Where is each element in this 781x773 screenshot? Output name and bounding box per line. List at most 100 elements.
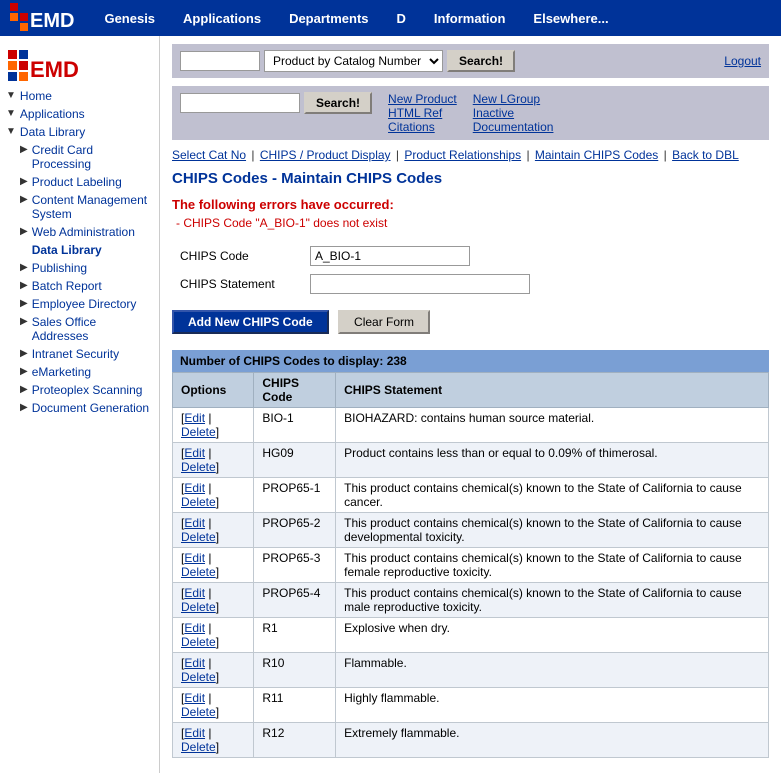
sidebar-item-home[interactable]: ▼ Home [0, 87, 159, 105]
row-chips-statement: Highly flammable. [336, 688, 769, 723]
sidebar-label-sales-office: Sales Office Addresses [32, 315, 153, 343]
edit-link[interactable]: Edit [184, 516, 205, 530]
breadcrumb-back-dbl[interactable]: Back to DBL [672, 148, 739, 162]
nav-applications[interactable]: Applications [169, 11, 275, 26]
nav-information[interactable]: Information [420, 11, 520, 26]
link-html-ref[interactable]: HTML Ref [388, 106, 457, 120]
sidebar-logo-text: EMD [30, 59, 79, 81]
delete-link[interactable]: Delete [181, 495, 216, 509]
search-secondary-button[interactable]: Search! [304, 92, 372, 114]
edit-link[interactable]: Edit [184, 446, 205, 460]
sidebar-label-credit-card: Credit Card Processing [32, 143, 153, 171]
edit-link[interactable]: Edit [184, 656, 205, 670]
sidebar-item-proteoplex[interactable]: ▶ Proteoplex Scanning [0, 381, 159, 399]
sidebar-item-intranet-sec[interactable]: ▶ Intranet Security [0, 345, 159, 363]
nav-departments[interactable]: Departments [275, 11, 382, 26]
delete-link[interactable]: Delete [181, 530, 216, 544]
sidebar-arrow-data-library-sub: ▶ [20, 244, 28, 255]
edit-link[interactable]: Edit [184, 551, 205, 565]
breadcrumb-product-rel[interactable]: Product Relationships [404, 148, 521, 162]
search-top-input[interactable] [180, 51, 260, 71]
edit-link[interactable]: Edit [184, 411, 205, 425]
nav-elsewhere[interactable]: Elsewhere... [519, 11, 622, 26]
delete-link[interactable]: Delete [181, 635, 216, 649]
row-chips-code: R1 [254, 618, 336, 653]
search-bar-top: Product by Catalog Number Product by Nam… [172, 44, 769, 78]
search-secondary-left: Search! [180, 92, 372, 114]
delete-link[interactable]: Delete [181, 565, 216, 579]
delete-link[interactable]: Delete [181, 460, 216, 474]
logout-link[interactable]: Logout [724, 54, 761, 68]
breadcrumb-select-cat[interactable]: Select Cat No [172, 148, 246, 162]
delete-link[interactable]: Delete [181, 670, 216, 684]
add-chips-button[interactable]: Add New CHIPS Code [172, 310, 329, 334]
sidebar-item-employee-dir[interactable]: ▶ Employee Directory [0, 295, 159, 313]
link-new-lgroup[interactable]: New LGroup [473, 92, 554, 106]
sidebar-arrow-emarketing: ▶ [20, 366, 28, 377]
row-chips-code: PROP65-2 [254, 513, 336, 548]
sidebar-label-applications: Applications [20, 107, 85, 121]
table-row: [Edit | Delete]PROP65-1This product cont… [173, 478, 769, 513]
table-row: [Edit | Delete]R10Flammable. [173, 653, 769, 688]
main-content: Product by Catalog Number Product by Nam… [160, 36, 781, 773]
sidebar-item-doc-gen[interactable]: ▶ Document Generation [0, 399, 159, 417]
search-secondary-input[interactable] [180, 93, 300, 113]
nav-d[interactable]: D [383, 11, 420, 26]
edit-link[interactable]: Edit [184, 691, 205, 705]
sidebar-item-credit-card[interactable]: ▶ Credit Card Processing [0, 141, 159, 173]
breadcrumb-chips-display[interactable]: CHIPS / Product Display [260, 148, 391, 162]
link-new-product[interactable]: New Product [388, 92, 457, 106]
breadcrumb: Select Cat No | CHIPS / Product Display … [172, 148, 769, 162]
sidebar-item-product-labeling[interactable]: ▶ Product Labeling [0, 173, 159, 191]
sidebar-label-proteoplex: Proteoplex Scanning [32, 383, 143, 397]
sidebar-item-content-mgmt[interactable]: ▶ Content Management System [0, 191, 159, 223]
search-top-button[interactable]: Search! [447, 50, 515, 72]
row-options: [Edit | Delete] [173, 513, 254, 548]
row-chips-statement: This product contains chemical(s) known … [336, 513, 769, 548]
sidebar-item-publishing[interactable]: ▶ Publishing [0, 259, 159, 277]
sidebar-label-doc-gen: Document Generation [32, 401, 149, 415]
row-options: [Edit | Delete] [173, 583, 254, 618]
edit-link[interactable]: Edit [184, 586, 205, 600]
row-chips-statement: BIOHAZARD: contains human source materia… [336, 408, 769, 443]
sidebar-item-sales-office[interactable]: ▶ Sales Office Addresses [0, 313, 159, 345]
sidebar-label-data-library: Data Library [20, 125, 85, 139]
sidebar-item-data-library-sub[interactable]: ▶ Data Library [0, 241, 159, 259]
row-options: [Edit | Delete] [173, 618, 254, 653]
delete-link[interactable]: Delete [181, 425, 216, 439]
sidebar-item-batch-report[interactable]: ▶ Batch Report [0, 277, 159, 295]
nav-genesis[interactable]: Genesis [90, 11, 169, 26]
chips-statement-input[interactable] [310, 274, 530, 294]
search-bar-secondary: Search! New Product New LGroup HTML Ref … [172, 86, 769, 140]
sidebar-arrow-publishing: ▶ [20, 262, 28, 273]
search-top-select[interactable]: Product by Catalog Number Product by Nam… [264, 50, 443, 72]
row-chips-code: R11 [254, 688, 336, 723]
delete-link[interactable]: Delete [181, 740, 216, 754]
delete-link[interactable]: Delete [181, 705, 216, 719]
delete-link[interactable]: Delete [181, 600, 216, 614]
chips-code-input[interactable] [310, 246, 470, 266]
row-chips-code: PROP65-4 [254, 583, 336, 618]
edit-link[interactable]: Edit [184, 726, 205, 740]
row-chips-code: R12 [254, 723, 336, 758]
sidebar-label-content-mgmt: Content Management System [32, 193, 153, 221]
link-inactive[interactable]: Inactive [473, 106, 554, 120]
breadcrumb-maintain-chips[interactable]: Maintain CHIPS Codes [535, 148, 658, 162]
sidebar-emd-logo: EMD [8, 50, 151, 81]
link-citations[interactable]: Citations [388, 120, 457, 134]
sidebar-arrow-applications: ▼ [6, 108, 16, 119]
edit-link[interactable]: Edit [184, 621, 205, 635]
table-row: [Edit | Delete]R11Highly flammable. [173, 688, 769, 723]
sidebar-item-data-library[interactable]: ▼ Data Library [0, 123, 159, 141]
sidebar-label-data-library-sub: Data Library [32, 243, 102, 257]
sidebar-label-intranet-sec: Intranet Security [32, 347, 119, 361]
clear-form-button[interactable]: Clear Form [338, 310, 430, 334]
sidebar-arrow-sales-office: ▶ [20, 316, 28, 327]
sidebar-item-applications[interactable]: ▼ Applications [0, 105, 159, 123]
edit-link[interactable]: Edit [184, 481, 205, 495]
sidebar-item-emarketing[interactable]: ▶ eMarketing [0, 363, 159, 381]
link-documentation[interactable]: Documentation [473, 120, 554, 134]
row-chips-statement: Product contains less than or equal to 0… [336, 443, 769, 478]
sidebar-item-web-admin[interactable]: ▶ Web Administration [0, 223, 159, 241]
sidebar-label-emarketing: eMarketing [32, 365, 91, 379]
